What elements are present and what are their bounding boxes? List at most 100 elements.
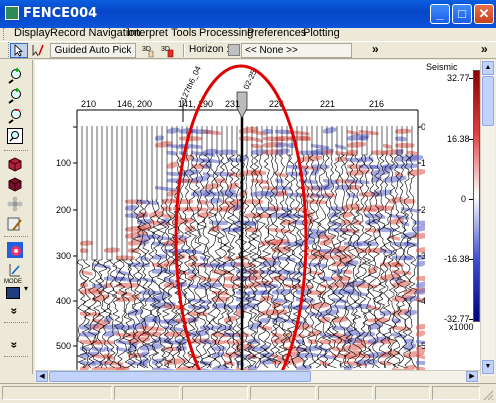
mode-label-box[interactable]: Guided Auto Pick — [50, 43, 136, 58]
minimize-button[interactable]: _ — [430, 4, 450, 24]
amplitude-band — [416, 323, 425, 330]
left-separator-4 — [4, 356, 28, 357]
amplitude-band — [287, 171, 301, 177]
edit-tool[interactable] — [7, 216, 23, 232]
amplitude-band — [80, 270, 93, 276]
amplitude-band — [284, 319, 307, 325]
wiggle-trace — [92, 126, 103, 369]
wiggle-trace — [81, 126, 92, 369]
left-separator-2 — [4, 236, 28, 237]
amplitude-band — [275, 178, 284, 184]
top-axis-label: 210 — [81, 99, 96, 109]
toolbar-separator — [183, 44, 185, 57]
amplitude-band — [383, 175, 407, 183]
auto-pick-3d-button[interactable]: 3D — [141, 43, 159, 58]
mode-tool[interactable]: MODE — [3, 279, 23, 301]
amplitude-band — [299, 155, 323, 162]
amplitude-band — [191, 175, 209, 183]
left-toolbar: MODE ▾ » » — [0, 60, 33, 374]
colorbar-gradient — [473, 70, 480, 322]
wiggle-trace — [406, 126, 418, 369]
colorbar-panel: Seismic 32.77 16.38 0 -16.38 -32.77 x100… — [425, 60, 480, 370]
amplitude-band — [299, 136, 312, 142]
amplitude-band — [209, 197, 222, 204]
select-pointer-button[interactable] — [10, 43, 28, 58]
wiggle-trace — [391, 126, 403, 369]
amplitude-band — [347, 149, 358, 155]
hand-3d-icon: 3D — [142, 46, 154, 58]
vertical-scroll-thumb[interactable] — [482, 76, 494, 126]
wiggle-trace — [372, 126, 383, 369]
amplitude-band — [356, 241, 378, 247]
toolbar-overflow-chevron[interactable]: » — [372, 42, 379, 56]
colorbar-label-zero: 0 — [461, 194, 467, 204]
scroll-right-button[interactable]: ▶ — [466, 371, 478, 382]
wiggle-trace — [117, 126, 128, 369]
zoom-in-alt-tool[interactable] — [7, 88, 23, 104]
scroll-down-button[interactable]: ▼ — [482, 360, 494, 374]
amplitude-band — [395, 142, 415, 148]
zoom-in-tool[interactable] — [7, 68, 23, 84]
pick-tool-button[interactable] — [30, 43, 48, 58]
zoom-in-alt-icon — [8, 88, 21, 104]
zoom-out-tool[interactable] — [7, 108, 23, 124]
amplitude-band — [164, 331, 188, 337]
mode-dropdown-arrow[interactable]: ▾ — [24, 284, 28, 293]
amplitude-band — [344, 269, 353, 275]
horizontal-scroll-thumb[interactable] — [49, 371, 311, 382]
status-cell — [182, 386, 248, 400]
cube-red-tool[interactable] — [7, 156, 23, 172]
top-axis-label: 146, 200 — [117, 99, 152, 109]
mode-label: MODE — [4, 279, 22, 285]
colorbar-scale: x1000 — [449, 322, 474, 332]
colorbar-tick — [469, 139, 473, 140]
toolbar-overflow-chevron-right[interactable]: » — [481, 42, 488, 56]
amplitude-band — [215, 149, 238, 155]
top-axis-label: 231 — [225, 99, 240, 109]
colorbar-label-max: 32.77 — [447, 73, 470, 83]
resize-grip-icon[interactable] — [482, 389, 494, 401]
seismic-section-svg[interactable]: 210 146, 200 141, 190 231 226 221 216127th6_04… — [35, 60, 425, 370]
title-bar: FENCE004 _ □ ✕ — [0, 0, 496, 28]
flower-tool[interactable] — [7, 196, 23, 212]
menu-preferences[interactable]: Preferences — [247, 27, 306, 39]
color-map-tool[interactable] — [7, 242, 23, 258]
horizontal-scrollbar[interactable]: ◀ ▶ — [35, 370, 480, 383]
amplitude-band — [140, 343, 163, 351]
depth-label-left: 100 — [56, 158, 71, 168]
zoom-fit-icon — [9, 131, 19, 142]
wiggle-trace — [222, 126, 232, 369]
maximize-button[interactable]: □ — [452, 4, 472, 24]
cube-dark-tool[interactable] — [7, 176, 23, 192]
pick-arrow-icon — [32, 44, 44, 57]
zoom-fit-tool[interactable] — [7, 128, 23, 144]
amplitude-band — [236, 309, 246, 316]
seismic-section-view[interactable]: 210 146, 200 141, 190 231 226 221 216 127th6_04… — [35, 60, 425, 370]
pointer-icon — [14, 44, 24, 57]
auto-pick-red-button[interactable]: 3D — [160, 43, 178, 58]
scroll-left-button[interactable]: ◀ — [36, 371, 48, 382]
status-bar — [0, 383, 496, 403]
vertical-scrollbar[interactable]: ▲ ▼ — [480, 60, 495, 376]
close-button[interactable]: ✕ — [474, 4, 494, 24]
menu-tools[interactable]: Tools — [171, 27, 197, 39]
cube-dark-icon — [8, 177, 22, 192]
left-overflow-chevron[interactable]: » — [7, 308, 21, 315]
wiggle-trace — [401, 126, 413, 369]
toolbar-grip — [8, 42, 10, 57]
scroll-up-button[interactable]: ▲ — [482, 61, 494, 75]
left-overflow-chevron-2[interactable]: » — [7, 342, 21, 349]
amplitude-band — [104, 282, 113, 288]
menu-interpret[interactable]: Interpret — [127, 27, 168, 39]
toolbar: Guided Auto Pick 3D 3D Horizon : << None… — [0, 41, 496, 59]
scale-tool[interactable] — [7, 262, 23, 278]
amplitude-band — [371, 169, 391, 176]
menu-processing[interactable]: Processing — [199, 27, 253, 39]
amplitude-band — [347, 141, 366, 148]
horizon-select[interactable]: << None >> — [241, 43, 352, 58]
horizon-color-swatch[interactable] — [228, 44, 240, 56]
menu-display[interactable]: Display — [14, 27, 50, 39]
menu-plotting[interactable]: Plotting — [303, 27, 340, 39]
amplitude-band — [236, 262, 256, 268]
zoom-in-icon — [8, 68, 21, 84]
